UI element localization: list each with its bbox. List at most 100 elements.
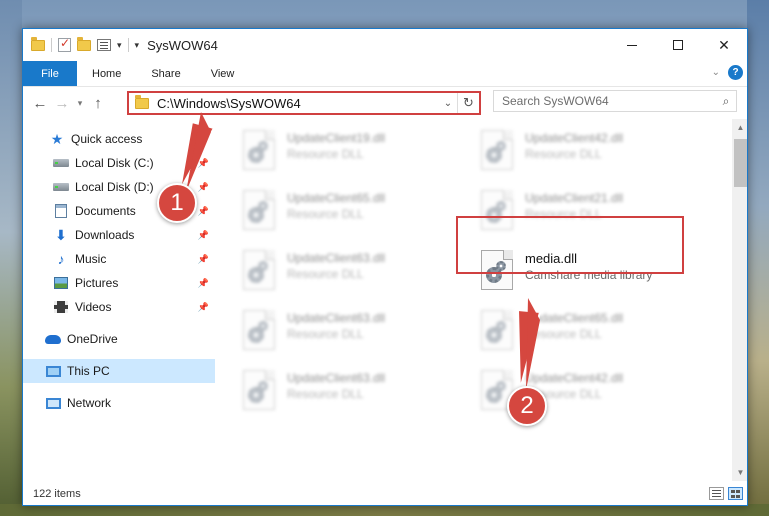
sidebar-item-label: This PC bbox=[67, 364, 110, 378]
scroll-up-icon[interactable]: ▲ bbox=[732, 119, 747, 136]
file-tile[interactable]: UpdateClient65.dll Resource DLL bbox=[243, 187, 473, 237]
network-icon bbox=[45, 396, 61, 410]
sidebar-item-music[interactable]: ♪ Music 📌 bbox=[23, 247, 215, 271]
pin-icon[interactable]: 📌 bbox=[198, 278, 209, 289]
file-description: Resource DLL bbox=[525, 327, 602, 341]
expand-ribbon-icon[interactable]: ⌄ bbox=[712, 67, 720, 78]
file-name: UpdateClient42.dll bbox=[525, 131, 624, 145]
scrollbar-thumb[interactable] bbox=[734, 139, 747, 187]
back-arrow-icon[interactable]: ← bbox=[29, 95, 51, 112]
address-bar[interactable]: C:\Windows\SysWOW64 ⌄ ↻ bbox=[127, 91, 481, 115]
large-icons-view-icon[interactable] bbox=[728, 487, 743, 500]
pin-icon[interactable]: 📌 bbox=[198, 254, 209, 265]
file-description: Resource DLL bbox=[287, 207, 364, 221]
sidebar-item-label: Pictures bbox=[75, 276, 119, 290]
tab-home[interactable]: Home bbox=[77, 61, 136, 86]
sidebar-item-label: Downloads bbox=[75, 228, 135, 242]
step-1-callout: 1 bbox=[157, 183, 197, 223]
sidebar-item-this-pc[interactable]: This PC bbox=[23, 359, 215, 383]
drive-icon bbox=[53, 156, 69, 170]
toolbar-divider bbox=[127, 38, 129, 52]
desktop-background-right bbox=[747, 0, 769, 516]
tab-share[interactable]: Share bbox=[136, 61, 195, 86]
quick-access-toolbar: ▾ ▾ bbox=[23, 36, 140, 52]
item-count: 122 items bbox=[33, 488, 81, 500]
maximize-button[interactable] bbox=[655, 29, 701, 61]
properties-check-icon[interactable] bbox=[58, 36, 71, 52]
new-folder-icon[interactable] bbox=[77, 36, 91, 51]
file-list: UpdateClient19.dll Resource DLL UpdateCli… bbox=[215, 119, 747, 481]
scroll-down-icon[interactable]: ▼ bbox=[732, 464, 747, 481]
music-icon: ♪ bbox=[57, 251, 65, 267]
file-name: UpdateClient65.dll bbox=[525, 311, 624, 325]
navigation-bar: ← → ▾ ↑ C:\Windows\SysWOW64 ⌄ ↻ Search S… bbox=[23, 87, 747, 119]
minimize-button[interactable] bbox=[609, 29, 655, 61]
pin-icon[interactable]: 📌 bbox=[198, 206, 209, 217]
sidebar-item-quick-access[interactable]: ★ Quick access bbox=[23, 127, 215, 151]
help-icon[interactable]: ? bbox=[728, 65, 743, 80]
recent-locations-icon[interactable]: ▾ bbox=[73, 98, 87, 109]
pin-icon[interactable]: 📌 bbox=[198, 230, 209, 241]
dll-file-icon bbox=[243, 190, 275, 230]
sidebar-item-label: OneDrive bbox=[67, 332, 118, 346]
view-options-icon[interactable] bbox=[97, 39, 111, 51]
file-tile[interactable]: UpdateClient63.dll Resource DLL bbox=[243, 247, 473, 297]
pin-icon[interactable]: 📌 bbox=[198, 182, 209, 193]
dll-file-icon bbox=[481, 130, 513, 170]
search-box[interactable]: Search SysWOW64 ⌕ bbox=[493, 90, 737, 112]
dll-file-icon bbox=[243, 250, 275, 290]
pin-icon[interactable]: 📌 bbox=[198, 302, 209, 313]
navigation-pane: ★ Quick access Local Disk (C:) 📌 Local D… bbox=[23, 119, 215, 481]
desktop-background-left bbox=[0, 0, 22, 516]
file-description: Resource DLL bbox=[287, 267, 364, 281]
file-tile[interactable]: UpdateClient42.dll Resource DLL bbox=[481, 127, 711, 177]
window-title: SysWOW64 bbox=[147, 37, 218, 53]
window-controls: ✕ bbox=[609, 29, 747, 61]
sidebar-item-onedrive[interactable]: OneDrive bbox=[23, 327, 215, 351]
sidebar-item-pictures[interactable]: Pictures 📌 bbox=[23, 271, 215, 295]
refresh-icon[interactable]: ↻ bbox=[457, 93, 479, 113]
sidebar-item-label: Local Disk (D:) bbox=[75, 180, 154, 194]
videos-icon bbox=[53, 300, 69, 314]
search-input[interactable]: Search SysWOW64 bbox=[494, 94, 716, 108]
sidebar-item-label: Quick access bbox=[71, 132, 143, 146]
pictures-icon bbox=[53, 276, 69, 290]
computer-icon bbox=[45, 364, 61, 378]
chevron-down-icon[interactable]: ▾ bbox=[117, 40, 122, 51]
pin-icon[interactable]: 📌 bbox=[198, 158, 209, 169]
customize-toolbar-icon[interactable]: ▾ bbox=[135, 40, 140, 51]
chevron-down-icon[interactable]: ⌄ bbox=[439, 98, 457, 109]
tab-file[interactable]: File bbox=[23, 61, 77, 86]
folder-icon bbox=[135, 94, 149, 109]
folder-icon bbox=[31, 36, 45, 51]
file-description: Resource DLL bbox=[287, 147, 364, 161]
file-name: UpdateClient63.dll bbox=[287, 371, 386, 385]
file-tile[interactable]: UpdateClient63.dll Resource DLL bbox=[243, 307, 473, 357]
dll-file-icon bbox=[243, 130, 275, 170]
sidebar-item-network[interactable]: Network bbox=[23, 391, 215, 415]
close-icon: ✕ bbox=[718, 36, 730, 53]
sidebar-item-local-disk-c[interactable]: Local Disk (C:) 📌 bbox=[23, 151, 215, 175]
dll-file-icon bbox=[481, 310, 513, 350]
up-arrow-icon[interactable]: ↑ bbox=[87, 95, 109, 112]
star-icon: ★ bbox=[50, 130, 64, 147]
forward-arrow-icon[interactable]: → bbox=[51, 95, 73, 112]
dll-file-icon bbox=[243, 370, 275, 410]
details-view-icon[interactable] bbox=[709, 487, 724, 500]
tab-view[interactable]: View bbox=[196, 61, 250, 86]
download-icon: ⬇ bbox=[55, 226, 67, 243]
address-path[interactable]: C:\Windows\SysWOW64 bbox=[157, 96, 439, 111]
file-description: Resource DLL bbox=[525, 147, 602, 161]
file-tile[interactable]: UpdateClient65.dll Resource DLL bbox=[481, 307, 711, 357]
vertical-scrollbar[interactable]: ▲ ▼ bbox=[732, 119, 747, 481]
close-button[interactable]: ✕ bbox=[701, 29, 747, 61]
toolbar-divider bbox=[51, 38, 52, 52]
sidebar-item-label: Videos bbox=[75, 300, 112, 314]
file-description: Resource DLL bbox=[287, 387, 364, 401]
documents-icon bbox=[53, 204, 69, 218]
sidebar-item-label: Documents bbox=[75, 204, 136, 218]
sidebar-item-videos[interactable]: Videos 📌 bbox=[23, 295, 215, 319]
sidebar-item-downloads[interactable]: ⬇ Downloads 📌 bbox=[23, 223, 215, 247]
file-tile[interactable]: UpdateClient63.dll Resource DLL bbox=[243, 367, 473, 417]
file-tile[interactable]: UpdateClient19.dll Resource DLL bbox=[243, 127, 473, 177]
